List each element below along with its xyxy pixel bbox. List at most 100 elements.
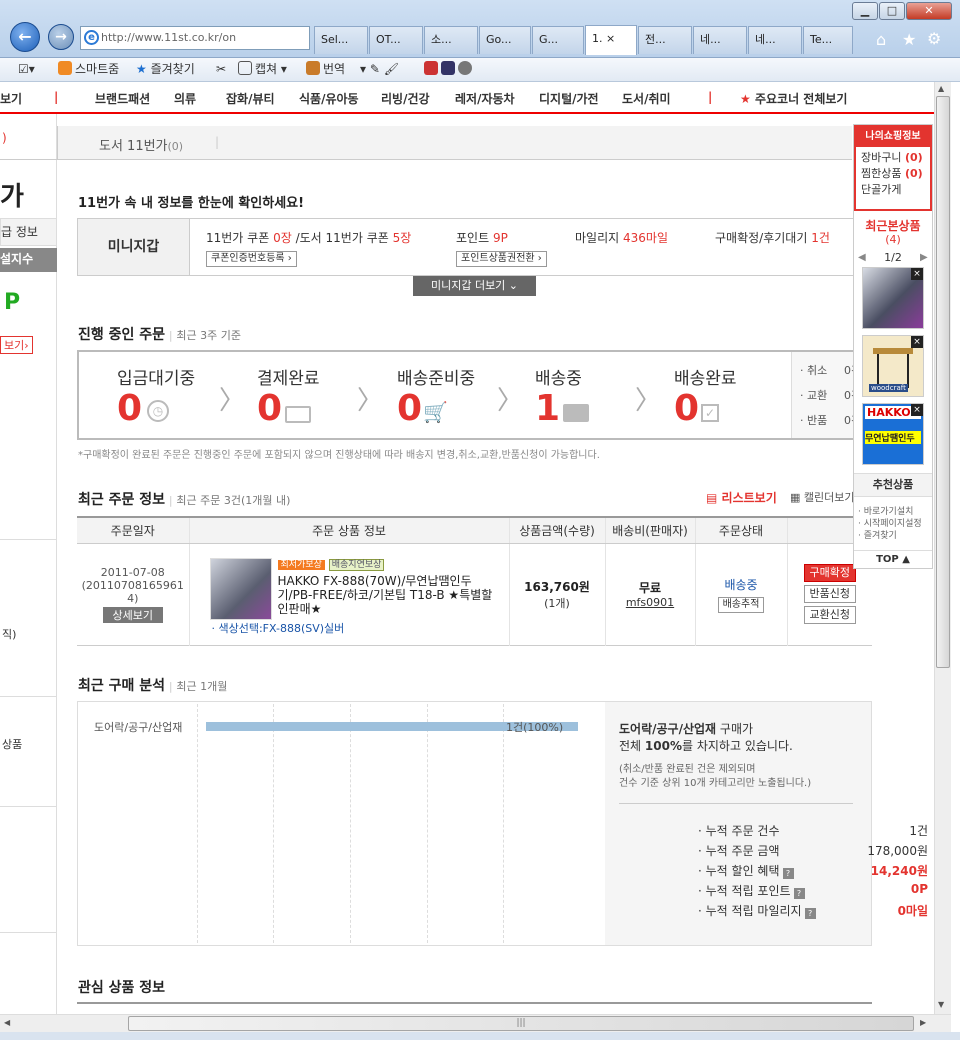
bookmark-link[interactable]: · 즐겨찾기 [858,530,922,542]
intro-text: 11번가 속 내 정보를 한눈에 확인하세요! [78,196,305,211]
browser-tab[interactable]: Go... [479,26,531,54]
browser-tab-active[interactable]: 1. × [585,25,637,55]
browser-tab[interactable]: OT... [369,26,423,54]
stat-row: · 누적 주문 금액 178,000원 [698,842,928,859]
favorites-star-icon[interactable]: ★ [902,30,916,49]
favorites-button[interactable]: ★ 즐겨찾기 [136,58,195,80]
category-item[interactable]: 디지털/가전 [539,90,599,107]
browser-tab[interactable]: Te... [803,26,853,54]
step-count[interactable]: 0 [397,388,422,429]
address-bar[interactable]: e http://www.11st.co.kr/on [80,26,310,50]
seller-link[interactable]: mfs0901 [606,596,695,609]
exchange-request-button[interactable]: 교환신청 [803,606,856,624]
homepage-set-link[interactable]: · 시작페이지설정 [858,518,922,530]
home-icon[interactable]: ⌂ [876,30,886,49]
calendar-view-link[interactable]: ▦ 캘린더보기 [790,489,855,505]
analysis-title: 최근 구매 분석 [78,678,166,694]
detail-button[interactable]: 상세보기 [102,606,163,623]
smartzoom-button[interactable]: 스마트줌 [58,58,119,80]
stat-value: 14,240원 [870,864,928,878]
recommend-link[interactable]: 추천상품 [854,473,932,497]
translate-button[interactable]: 번역 [306,58,345,80]
step-count[interactable]: 0 [674,388,699,429]
help-icon[interactable]: ? [782,868,794,879]
status-bar [0,1032,960,1040]
tab-books[interactable]: 도서 11번가(0) [99,135,183,154]
product-thumbnail[interactable] [209,557,272,620]
category-item[interactable]: 의류 [174,90,196,107]
maximize-button[interactable]: □ [879,2,905,20]
category-item[interactable]: 브랜드패션 [95,90,150,107]
browser-tab[interactable]: 네... [748,26,802,54]
stat-row: · 누적 주문 건수 1건 [698,822,928,839]
coupon-register-button[interactable]: 쿠폰인증번호등록 › [206,251,297,267]
scroll-down-icon[interactable]: ▼ [938,1000,944,1009]
browser-tab[interactable]: 네... [693,26,747,54]
scroll-thumb[interactable] [936,96,950,668]
step-label: 배송중 [535,369,582,389]
forward-button[interactable]: → [48,24,74,50]
point-convert-button[interactable]: 포인트상품권전환 › [456,251,547,267]
remove-icon[interactable]: × [911,336,923,348]
category-item[interactable]: 도서/취미 [622,90,671,107]
toolbar-dropdown-icon[interactable]: ☑▾ [18,58,35,80]
cart-link[interactable]: 장바구니 (0) [861,150,925,166]
scroll-up-icon[interactable]: ▲ [938,84,944,93]
step-count[interactable]: 0 [117,388,142,429]
tab-bar: 도서 11번가(0) | [57,126,852,160]
table-row: 2011-07-08 (20110708165961 4) 상세보기 최저가보상… [77,543,872,645]
step-label: 배송준비중 [397,369,476,389]
next-icon[interactable]: ▶ [920,252,928,263]
cart-icon: 🛒 [423,400,448,424]
category-item[interactable]: 보기 [0,90,22,107]
shortcut-install-link[interactable]: · 바로가기설치 [858,506,922,518]
scroll-left-icon[interactable]: ◀ [4,1018,10,1027]
stat-row: · 누적 적립 마일리지? 0마일 [698,902,928,919]
close-window-button[interactable]: ✕ [906,2,952,20]
product-name-link[interactable]: HAKKO FX-888(70W)/무연납땜인두기/PB-FREE/하코/기본팁… [278,574,500,616]
return-request-button[interactable]: 반품신청 [803,585,856,603]
help-icon[interactable]: ? [793,888,805,899]
product-option: · 색상선택:FX-888(SV)실버 [211,621,345,635]
browser-tab[interactable]: 소... [424,26,478,54]
confirm-purchase-button[interactable]: 구매확정 [803,564,856,582]
minimize-button[interactable]: ▁ [852,2,878,20]
remove-icon[interactable]: × [911,268,923,280]
step-count[interactable]: 1 [535,388,560,429]
sidebar-link[interactable]: 보기› [0,336,33,354]
horizontal-scrollbar[interactable]: ◀ ||| ▶ [0,1014,951,1032]
category-item[interactable]: 레저/자동차 [455,90,515,107]
all-corners-link[interactable]: ★ 주요코너 전체보기 [740,90,847,107]
scroll-thumb[interactable]: ||| [128,1016,914,1031]
help-icon[interactable]: ? [804,908,816,919]
browser-tab[interactable]: 전... [638,26,692,54]
top-button[interactable]: TOP ▲ [854,550,932,568]
dropdown-icon[interactable]: ▾ ✎ 🖌 [360,58,399,80]
remove-icon[interactable]: × [911,404,923,416]
favorite-shop-link[interactable]: 단골가게 [861,182,925,198]
track-delivery-button[interactable]: 배송추적 [717,596,765,613]
step-count[interactable]: 0 [257,388,282,429]
browser-titlebar: ← → e http://www.11st.co.kr/on Sel... OT… [0,0,960,58]
stat-row: · 누적 적립 포인트? 0P [698,882,928,899]
scroll-right-icon[interactable]: ▶ [920,1018,926,1027]
category-item[interactable]: 식품/유아동 [299,90,359,107]
plugin-icon[interactable]: ✂ [216,58,226,80]
orders-table: 주문일자 주문 상품 정보 상품금액(수량) 배송비(판매자) 주문상태 201… [77,516,872,646]
browser-tab[interactable]: G... [532,26,584,54]
list-view-link[interactable]: ▤ 리스트보기 [706,489,777,506]
extra-icons[interactable] [424,58,475,80]
mini-wallet-more-button[interactable]: 미니지갑 더보기 ⌄ [413,276,536,296]
tools-gear-icon[interactable]: ⚙ [927,29,941,48]
category-item[interactable]: 잡화/뷰티 [226,90,275,107]
back-button[interactable]: ← [10,22,40,52]
capture-button[interactable]: 캡쳐 ▾ [238,58,287,80]
category-item[interactable]: 리빙/건강 [381,90,430,107]
close-tab-icon[interactable]: × [606,32,615,45]
wishlist-link[interactable]: 찜한상품 (0) [861,166,925,182]
truck-icon [563,404,589,422]
vertical-scrollbar[interactable]: ▲ ▼ [934,82,951,1014]
browser-tab[interactable]: Sel... [314,26,368,54]
address-text: http://www.11st.co.kr/on [101,31,237,44]
lowest-price-badge: 최저가보상 [277,559,325,570]
